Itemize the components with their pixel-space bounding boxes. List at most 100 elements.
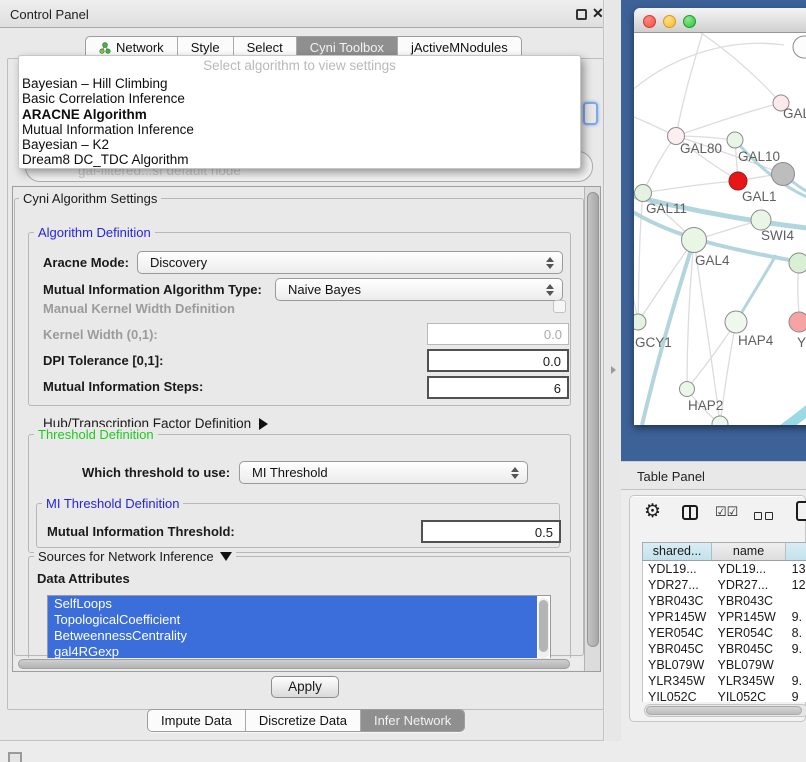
network-node[interactable] [725, 311, 747, 333]
float-window-icon[interactable] [576, 9, 587, 20]
tab-label: Infer Network [374, 710, 451, 732]
aracne-mode-select[interactable]: Discovery [137, 251, 563, 274]
data-attributes-list: SelfLoopsTopologicalCoefficientBetweenne… [47, 595, 551, 661]
attribute-list-item[interactable]: SelfLoops [48, 596, 537, 612]
network-canvas[interactable]: GALGAL80GAL10GAL1GAL11SWI4GAL4GCY1HAP4YH… [634, 33, 806, 425]
bottom-tab-bar: Impute DataDiscretize Data Infer Network [147, 709, 465, 732]
network-node[interactable] [793, 36, 806, 58]
network-node[interactable] [635, 185, 652, 202]
network-node-label: Y [797, 335, 806, 350]
table-panel-title: Table Panel [637, 469, 705, 484]
dpi-tolerance-label: DPI Tolerance [0,1]: [43, 353, 163, 368]
settings-hscrollbar-thumb[interactable] [18, 659, 570, 669]
network-node[interactable] [680, 382, 695, 397]
table-row[interactable]: YBR045CYBR045C9. [643, 641, 806, 657]
network-node-label: GAL4 [695, 253, 730, 268]
network-window-titlebar[interactable] [634, 8, 806, 33]
panel-title: Control Panel [10, 7, 89, 22]
table-row[interactable]: YBR043CYBR043C [643, 593, 806, 609]
network-node-label: GAL10 [738, 149, 780, 164]
dpi-tolerance-field[interactable]: 0.0 [427, 349, 569, 372]
table-cell: 8. [787, 625, 806, 641]
mi-steps-field[interactable]: 6 [427, 376, 569, 399]
table-cell: YBL079W [643, 657, 712, 673]
network-node[interactable] [772, 163, 795, 186]
table-cell: YDL19... [712, 561, 786, 577]
select-all-checks-icon[interactable]: ☑☑ [715, 504, 738, 520]
kernel-width-field[interactable]: 0.0 [427, 323, 569, 345]
table-column-header[interactable]: shared... [643, 543, 712, 560]
attribute-list-item[interactable]: BetweennessCentrality [48, 628, 537, 644]
table-header-row: shared...name [642, 542, 806, 561]
table-row[interactable]: YBL079WYBL079W [643, 657, 806, 673]
network-window: GALGAL80GAL10GAL1GAL11SWI4GAL4GCY1HAP4YH… [634, 8, 806, 425]
algorithm-popup-hint: Select algorithm to view settings [19, 56, 580, 76]
close-icon[interactable]: ✕ [592, 5, 604, 22]
focused-settings-button[interactable] [583, 102, 598, 125]
apply-button[interactable]: Apply [271, 676, 339, 698]
settings-scrollpane: Cyni Algorithm Settings Algorithm Defini… [12, 186, 601, 672]
network-node-label: HAP2 [688, 398, 723, 413]
algorithm-popup-item[interactable]: Bayesian – K2 [19, 137, 580, 152]
bottom-tab-infer-network[interactable]: Infer Network [360, 710, 464, 731]
bottom-tab-discretize-data[interactable]: Discretize Data [245, 710, 360, 731]
minimize-traffic-light[interactable] [663, 15, 676, 28]
which-threshold-value: MI Threshold [240, 465, 505, 480]
network-node-label: GAL80 [680, 141, 722, 156]
which-threshold-select[interactable]: MI Threshold [239, 461, 528, 484]
table-cell: YDL19... [643, 561, 712, 577]
zoom-traffic-light[interactable] [683, 15, 696, 28]
table-hscrollbar-thumb[interactable] [646, 706, 802, 715]
network-node[interactable] [751, 210, 771, 230]
algorithm-popup-item[interactable]: Mutual Information Inference [19, 122, 580, 137]
aracne-mode-value: Discovery [138, 255, 540, 270]
network-node[interactable] [712, 416, 728, 425]
table-cell: YDR27... [643, 577, 712, 593]
network-node-label: HAP4 [738, 333, 774, 348]
table-row[interactable]: YDL19...YDL19...13 [643, 561, 806, 577]
algorithm-popup-item[interactable]: Bayesian – Hill Climbing [19, 76, 580, 91]
table-toolbar: ⚙ ☑☑ [630, 496, 805, 536]
table-row[interactable]: YLR345WYLR345W9. [643, 673, 806, 689]
attribute-list-item[interactable]: TopologicalCoefficient [48, 612, 537, 628]
table-row[interactable]: YER054CYER054C8. [643, 625, 806, 641]
close-traffic-light[interactable] [643, 15, 656, 28]
table-column-header[interactable]: name [712, 543, 786, 560]
settings-vscrollbar [584, 187, 600, 671]
network-node-label: GCY1 [635, 335, 672, 350]
collapse-down-icon [220, 552, 232, 561]
deselect-boxes-icon[interactable] [754, 508, 776, 523]
algorithm-popup-item[interactable]: Basic Correlation Inference [19, 91, 580, 106]
sources-toggle[interactable]: Sources for Network Inference [34, 549, 236, 564]
settings-vscrollbar-thumb[interactable] [587, 192, 599, 647]
table-cell: YBR045C [712, 641, 786, 657]
network-node[interactable] [727, 132, 743, 148]
data-attributes-label: Data Attributes [37, 571, 130, 586]
mi-type-select[interactable]: Naive Bayes [275, 278, 563, 301]
network-node[interactable] [634, 314, 646, 330]
table-column-header[interactable] [786, 543, 806, 560]
table-cell: YBR043C [712, 593, 786, 609]
document-icon[interactable] [796, 501, 806, 521]
table-panel-titlebar: Table Panel [621, 461, 806, 490]
table-row[interactable]: YIL052CYIL052C9 [643, 689, 806, 702]
minimized-panel-icon[interactable] [8, 752, 22, 762]
mi-steps-label: Mutual Information Steps: [43, 379, 203, 394]
manual-kernel-checkbox[interactable] [553, 300, 566, 313]
attributes-scrollbar-thumb[interactable] [539, 600, 548, 652]
algorithm-popup-item[interactable]: Dream8 DC_TDC Algorithm [19, 152, 580, 167]
gear-icon[interactable]: ⚙ [644, 500, 661, 523]
table-panel: ⚙ ☑☑ shared...name YDL19...YDL19...13YDR… [629, 495, 806, 722]
mi-threshold-field[interactable]: 0.5 [421, 520, 561, 543]
network-node[interactable] [729, 172, 747, 190]
table-row[interactable]: YPR145WYPR145W9. [643, 609, 806, 625]
table-cell: YER054C [643, 625, 712, 641]
table-cell [787, 657, 806, 673]
table-row[interactable]: YDR27...YDR27...12 [643, 577, 806, 593]
network-node[interactable] [789, 253, 806, 273]
bottom-tab-impute-data[interactable]: Impute Data [148, 710, 245, 731]
network-node[interactable] [789, 312, 806, 332]
columns-icon[interactable] [682, 505, 698, 520]
algorithm-popup-item[interactable]: ARACNE Algorithm [19, 107, 580, 122]
network-node[interactable] [682, 228, 707, 253]
